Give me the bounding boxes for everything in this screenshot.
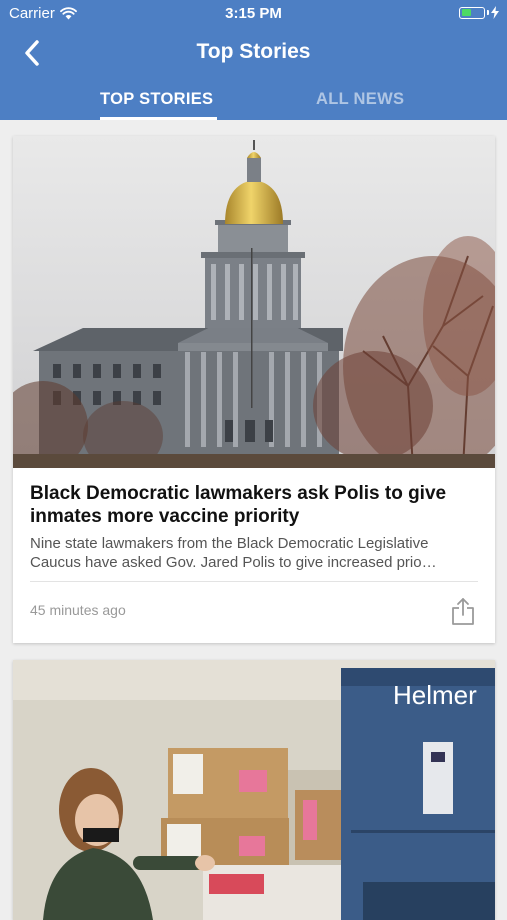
card-divider	[30, 581, 478, 582]
share-icon[interactable]	[450, 596, 476, 626]
clock: 3:15 PM	[225, 5, 282, 22]
freezer-brand-label: Helmer	[393, 680, 477, 710]
status-bar: Carrier 3:15 PM	[0, 0, 507, 28]
article-photo-capitol	[13, 136, 495, 468]
article-summary: Nine state lawmakers from the Black Demo…	[30, 535, 437, 571]
tab-top-stories[interactable]: TOP STORIES	[100, 90, 213, 109]
article-card[interactable]: Black Democratic lawmakers ask Polis to …	[13, 136, 495, 643]
article-photo-lab: Helmer	[13, 660, 495, 920]
page-title: Top Stories	[196, 40, 311, 63]
tab-all-news[interactable]: ALL NEWS	[316, 90, 404, 109]
article-timestamp: 45 minutes ago	[30, 602, 126, 618]
battery-indicator	[459, 6, 499, 19]
charging-bolt-icon	[491, 6, 499, 19]
battery-icon	[459, 6, 485, 19]
article-headline[interactable]: Black Democratic lawmakers ask Polis to …	[30, 482, 480, 528]
article-card[interactable]: Helmer	[13, 660, 495, 920]
active-tab-indicator	[100, 117, 217, 120]
app-header: Carrier 3:15 PM Top Stories TOP STORIES …	[0, 0, 507, 120]
